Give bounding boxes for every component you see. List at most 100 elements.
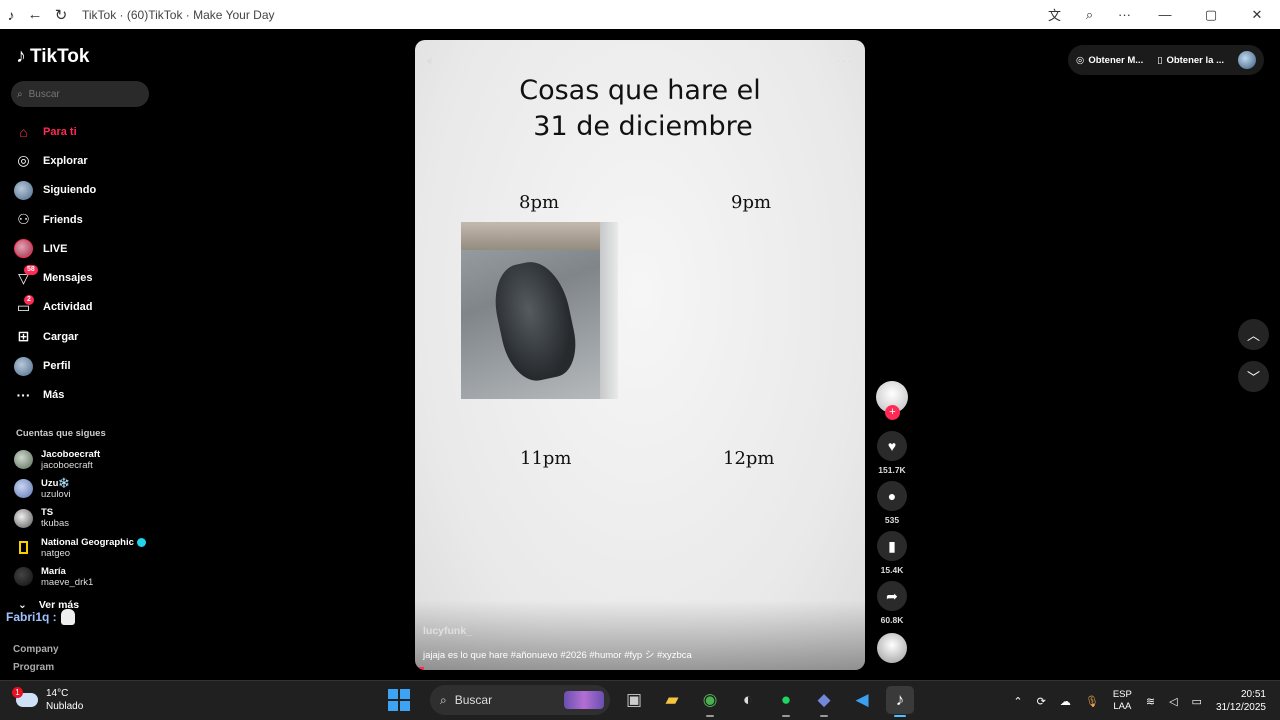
following-list: Jacoboecraft jacoboecraft Uzu❄️ uzulovi … [14,445,146,591]
nav-item-actividad[interactable]: ▭ 2 Actividad [14,293,96,322]
nav-label: Friends [43,213,83,226]
maximize-icon[interactable]: ▢ [1188,0,1234,29]
nav-item-cargar[interactable]: ⊞ Cargar [14,322,96,351]
weather-widget[interactable]: 1 14°C Nublado [12,687,84,713]
get-mobile-app-button[interactable]: ▯ Obtener la ... [1157,55,1224,66]
github-desktop-icon[interactable]: ◐ [734,686,762,714]
search-box[interactable]: ⌕ [11,81,149,107]
footer-program[interactable]: Program [13,659,59,677]
account-name: National Geographic [41,536,134,548]
like-button[interactable]: ♥ 151.7K [877,431,907,475]
discord-icon[interactable]: ◆ [810,686,838,717]
avatar [14,180,33,200]
overlay-user-text: Fabri1q : [6,610,57,624]
friends-icon: ⚇ [17,211,30,228]
following-item[interactable]: María maeve_drk1 [14,562,146,591]
nav-item-explorar[interactable]: ◎ Explorar [14,146,96,175]
account-name: Uzu❄️ [41,477,71,489]
ghost-icon [60,609,75,625]
lang1: ESP [1112,689,1132,700]
volume-icon[interactable]: 🔈︎ [427,52,435,69]
video-progress-bar[interactable] [415,667,424,670]
spotify-icon[interactable]: ● [772,686,800,717]
action-bar: + ♥ 151.7K ● 535 ▮ 15.4K ➦ 60.8K [876,381,908,663]
get-app-button[interactable]: ◎ Obtener M... [1076,55,1143,66]
cloud-off-icon[interactable]: ☁ [1060,695,1071,708]
following-item[interactable]: Uzu❄️ uzulovi [14,474,146,503]
sidebar: ♪ TikTok ⌕ ⌂ Para ti ◎ Explorar Siguiend… [0,29,165,680]
footer-company[interactable]: Company [13,641,59,659]
chrome-icon[interactable]: ◉ [696,686,724,717]
music-disc-avatar[interactable] [877,633,907,663]
taskbar-apps: ⌕ Buscar ▣ ▰ ◉ ◐ ● ◆ ◀ ♪ [388,685,914,717]
video-player[interactable]: 🔈︎ ··· Cosas que hare el 31 de diciembre… [415,40,865,670]
nav-item-siguiendo[interactable]: Siguiendo [14,176,96,205]
language-indicator[interactable]: ESP LAA [1113,689,1132,713]
more-icon[interactable]: ··· [1107,0,1142,29]
avatar [14,450,33,470]
minimize-icon[interactable]: — [1142,0,1188,29]
lang2: LAA [1113,701,1132,712]
activity-badge: 2 [24,294,34,305]
close-icon[interactable]: ✕ [1234,0,1280,29]
nav-item-mas[interactable]: ··· Más [14,381,96,410]
search-input[interactable] [28,88,129,100]
nav-item-para-ti[interactable]: ⌂ Para ti [14,117,96,146]
wifi-icon[interactable]: ≋ [1146,695,1155,708]
nav-label: Mensajes [43,272,93,285]
follow-plus-icon[interactable]: + [885,405,900,420]
hour-label: 11pm [520,448,572,469]
battery-icon[interactable]: ▭ [1192,695,1202,708]
nav-item-mensajes[interactable]: ▽ 58 Mensajes [14,263,96,292]
compass-icon: ◎ [17,152,30,169]
back-arrow-icon[interactable]: ← [22,0,48,29]
following-item[interactable]: National Geographic natgeo [14,533,146,562]
comment-button[interactable]: ● 535 [877,481,907,525]
following-item[interactable]: TS tkubas [14,504,146,533]
nav-item-friends[interactable]: ⚇ Friends [14,205,96,234]
rat-gif [461,222,618,399]
share-button[interactable]: ➦ 60.8K [877,581,907,625]
logo-text: TikTok [30,45,90,67]
windows-start-icon[interactable] [388,689,410,711]
weather-badge: 1 [12,687,23,698]
tiktok-logo[interactable]: ♪ TikTok [16,45,89,68]
weather-condition: Nublado [46,701,84,712]
account-name: María [41,565,66,577]
following-item[interactable]: Jacoboecraft jacoboecraft [14,445,146,474]
tiktok-app-icon[interactable]: ♪ [886,686,914,717]
translate-icon[interactable]: 文 [1037,0,1072,29]
following-title: Cuentas que sigues [16,428,106,439]
volume-icon[interactable]: ◁ [1169,695,1177,708]
nav-label: Cargar [43,330,79,343]
avatar [14,479,33,499]
save-button[interactable]: ▮ 15.4K [877,531,907,575]
cloud-icon: 1 [12,687,38,707]
author-avatar[interactable]: + [876,381,908,420]
main-nav: ⌂ Para ti ◎ Explorar Siguiendo ⚇ Friends… [14,117,96,410]
nav-label: Siguiendo [43,184,97,197]
chevron-up-icon[interactable]: ⌃ [1013,695,1022,708]
rat-figure [487,255,583,387]
microphone-icon[interactable]: 🎙︎ [1085,695,1099,708]
video-author[interactable]: lucyfunk_ [423,625,472,637]
nav-item-live[interactable]: LIVE [14,234,96,263]
sync-icon[interactable]: ⟳ [1037,695,1046,708]
tiktok-icon: ♪ [7,6,15,23]
clock[interactable]: 20:51 31/12/2025 [1216,688,1266,714]
previous-video-button[interactable]: ︿ [1238,319,1269,350]
headline-line2: 31 de diciembre [533,111,753,142]
zoom-icon[interactable]: ⌕ [1072,0,1107,29]
next-video-button[interactable]: ﹀ [1238,361,1269,392]
more-options-icon[interactable]: ··· [836,52,853,68]
vscode-icon[interactable]: ◀ [848,686,876,714]
profile-avatar[interactable] [1238,51,1256,69]
task-view-icon[interactable]: ▣ [620,686,648,714]
system-tray: ⌃ ⟳ ☁ 🎙︎ ESP LAA ≋ ◁ ▭ 20:51 31/12/2025 [1013,685,1266,717]
time: 20:51 [1240,689,1266,700]
file-explorer-icon[interactable]: ▰ [658,686,686,714]
refresh-icon[interactable]: ↻ [48,0,74,29]
nav-item-perfil[interactable]: Perfil [14,351,96,380]
taskbar-search[interactable]: ⌕ Buscar [430,685,610,715]
get-mobile-label: Obtener la ... [1166,54,1224,66]
